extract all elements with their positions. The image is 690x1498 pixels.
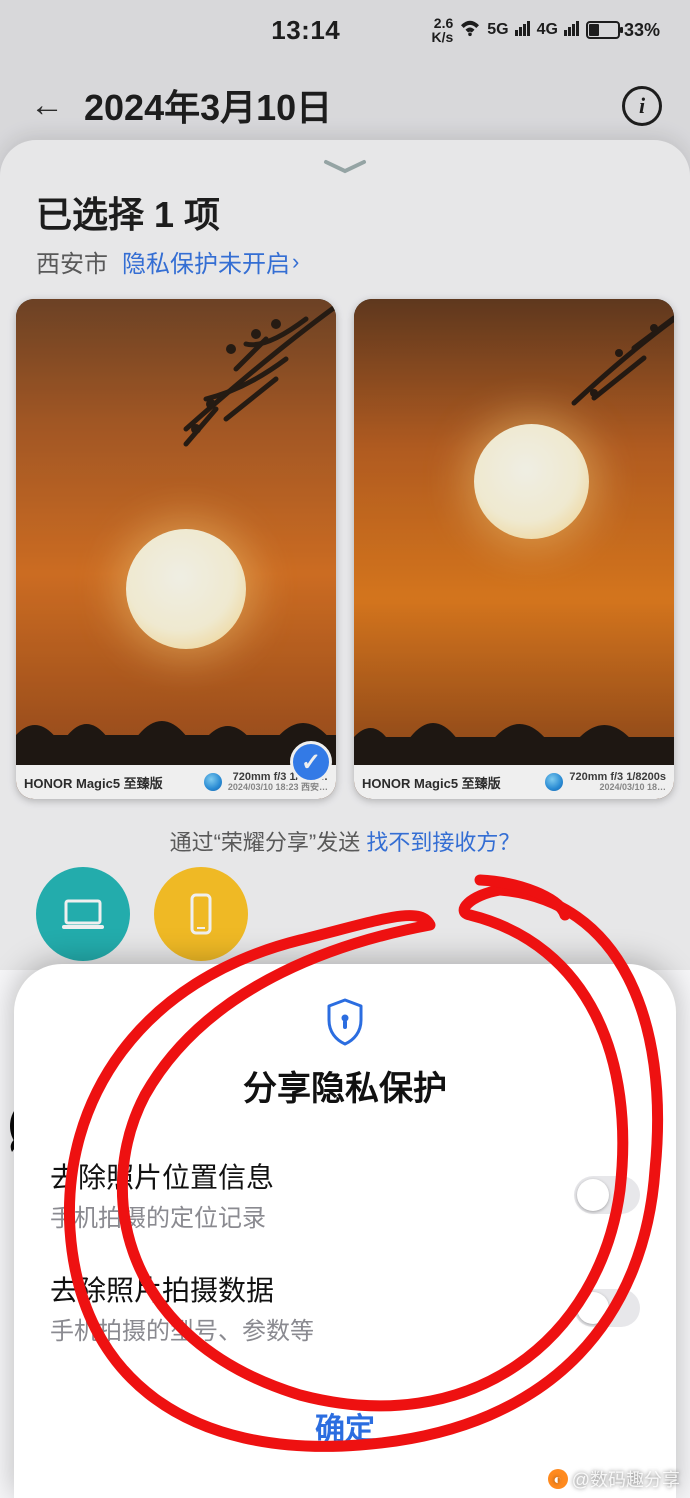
option-subtitle: 手机拍摄的型号、参数等	[50, 1311, 314, 1346]
watermark-bar: HONOR Magic5 至臻版 720mm f/3 1/580… 2024/0…	[16, 765, 336, 799]
photo-thumbnail[interactable]: HONOR Magic5 至臻版 720mm f/3 1/8200s 2024/…	[354, 299, 674, 799]
toggle-remove-location[interactable]	[574, 1176, 640, 1214]
selected-count-title: 已选择 1 项	[36, 186, 654, 238]
confirm-button[interactable]: 确定	[50, 1394, 640, 1458]
battery-indicator: 33%	[586, 20, 660, 41]
wifi-icon	[459, 19, 481, 42]
option-subtitle: 手机拍摄的定位记录	[50, 1198, 274, 1233]
watermark-device: HONOR Magic5 至臻版	[362, 773, 539, 792]
photo-thumbnails: HONOR Magic5 至臻版 720mm f/3 1/580… 2024/0…	[0, 283, 690, 799]
honor-share-hint: 通过“荣耀分享”发送 找不到接收方？	[0, 825, 690, 857]
nearby-device-phone[interactable]	[154, 867, 248, 961]
dialog-title: 分享隐私保护	[50, 1061, 640, 1110]
privacy-protection-dialog: 分享隐私保护 去除照片位置信息 手机拍摄的定位记录 去除照片拍摄数据 手机拍摄的…	[14, 964, 676, 1498]
watermark-text: @数码趣分享	[572, 1466, 680, 1492]
selected-check-icon[interactable]: ✓	[290, 741, 332, 783]
photo-thumbnail[interactable]: HONOR Magic5 至臻版 720mm f/3 1/580… 2024/0…	[16, 299, 336, 799]
page-header: ← 2024年3月10日 i	[0, 70, 690, 140]
image-source-watermark: ◐ @数码趣分享	[548, 1466, 680, 1492]
status-indicators: 2.6 K/s 5G 4G 33%	[431, 16, 660, 44]
option-title: 去除照片位置信息	[50, 1156, 274, 1196]
option-remove-location: 去除照片位置信息 手机拍摄的定位记录	[50, 1138, 640, 1251]
signal-4g-label: 4G	[537, 21, 558, 39]
net-speed-unit: K/s	[431, 30, 453, 44]
watermark-meta-sub: 2024/03/10 18…	[569, 783, 666, 792]
toggle-remove-exif[interactable]	[574, 1289, 640, 1327]
weibo-logo-icon: ◐	[548, 1469, 568, 1489]
privacy-status-link[interactable]: 隐私保护未开启 ›	[122, 244, 299, 279]
page-date-title: 2024年3月10日	[84, 79, 332, 131]
watermark-device: HONOR Magic5 至臻版	[24, 773, 198, 792]
signal-bars-icon-1	[515, 20, 531, 41]
watermark-bar: HONOR Magic5 至臻版 720mm f/3 1/8200s 2024/…	[354, 765, 674, 799]
status-bar: 13:14 2.6 K/s 5G 4G 33%	[0, 0, 690, 60]
location-city: 西安市	[36, 244, 108, 279]
honor-share-help-link[interactable]: 找不到接收方？	[366, 830, 520, 855]
watermark-logo-icon	[204, 773, 222, 791]
honor-share-prefix: 通过“荣耀分享”发送	[170, 830, 367, 855]
nearby-devices-row	[0, 867, 690, 961]
back-arrow-icon[interactable]: ←	[30, 86, 64, 125]
net-speed-value: 2.6	[434, 16, 453, 30]
privacy-status-label: 隐私保护未开启	[122, 244, 290, 279]
option-remove-exif: 去除照片拍摄数据 手机拍摄的型号、参数等	[50, 1251, 640, 1364]
nearby-device-laptop[interactable]	[36, 867, 130, 961]
battery-percent: 33%	[624, 20, 660, 41]
watermark-meta-sub: 2024/03/10 18:23 西安…	[228, 783, 328, 792]
signal-5g-label: 5G	[487, 21, 508, 39]
signal-bars-icon-2	[564, 20, 580, 41]
sheet-grabber-icon[interactable]	[322, 158, 368, 176]
chevron-right-icon: ›	[292, 249, 299, 275]
watermark-logo-icon	[545, 773, 563, 791]
photo-preview	[16, 299, 336, 799]
shield-lock-icon	[50, 998, 640, 1051]
info-icon[interactable]: i	[622, 86, 662, 126]
photo-preview	[354, 299, 674, 799]
status-time: 13:14	[271, 15, 340, 46]
option-title: 去除照片拍摄数据	[50, 1269, 314, 1309]
